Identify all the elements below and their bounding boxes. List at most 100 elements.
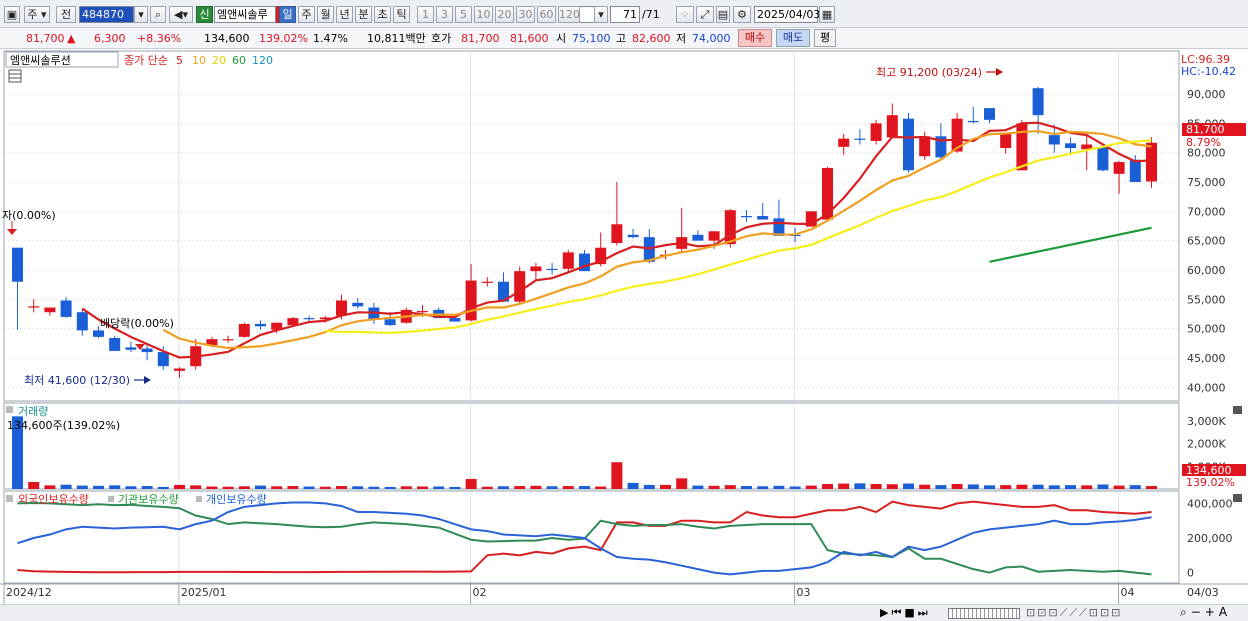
volume-bar	[595, 486, 607, 489]
tool-icons[interactable]: ⊡⊡⊡⟋⟋⟋⊡⊡⊡	[1026, 606, 1122, 620]
zoom-slider[interactable]	[948, 608, 1020, 619]
candle-body	[44, 307, 56, 313]
window-icon[interactable]: ▣	[4, 6, 20, 23]
interval-button-20[interactable]: 20	[495, 6, 514, 23]
search-icon[interactable]: ⌕	[150, 6, 166, 23]
candle-body	[238, 323, 250, 337]
ma-period-60: 60	[232, 54, 246, 67]
table-icon[interactable]	[8, 69, 22, 83]
candle-body	[157, 352, 169, 367]
interval-button-120[interactable]: 120	[558, 6, 580, 23]
code-dropdown-icon[interactable]: ▾	[134, 6, 148, 23]
save-icon[interactable]: ▤	[716, 6, 730, 23]
candle-body	[1097, 146, 1109, 171]
candle-body	[28, 306, 40, 308]
period-tab-0[interactable]: 일	[279, 6, 296, 23]
ma-period-20: 20	[212, 54, 226, 67]
period-tab-4[interactable]: 분	[355, 6, 372, 23]
series-individual: 개인보유수량	[206, 493, 267, 506]
grid-icon[interactable]: ⁘	[676, 6, 694, 23]
interval-button-1[interactable]: 1	[417, 6, 434, 23]
interval-button-30[interactable]: 30	[516, 6, 535, 23]
candle-body	[741, 216, 752, 218]
volume-panel-close-icon[interactable]	[1233, 406, 1242, 414]
extra-dropdown-icon[interactable]: ▾	[594, 6, 608, 23]
volume-bar	[433, 486, 445, 489]
open-label: 시	[556, 32, 567, 45]
sell-button[interactable]: 매도	[776, 29, 810, 47]
volume-bar	[870, 484, 882, 489]
count-input[interactable]: 71	[610, 6, 640, 23]
volume-bar	[660, 484, 671, 489]
stock-chart[interactable]: 90,00085,00080,00075,00070,00065,00060,0…	[0, 49, 1248, 604]
holding-panel-close-icon[interactable]	[1233, 494, 1242, 502]
volume-bar	[44, 485, 56, 489]
series-institution: 기관보유수량	[118, 493, 179, 506]
volume-bar	[967, 484, 979, 489]
last-price-pct: 8.79%	[1186, 136, 1221, 149]
zoom-icons[interactable]: ⌕−+A	[1180, 605, 1231, 620]
eval-button[interactable]: 평	[814, 29, 836, 47]
interval-button-5[interactable]: 5	[455, 6, 472, 23]
x-axis-label: 2024/12	[6, 586, 52, 599]
volume-bar	[206, 486, 218, 489]
volume-bar	[1113, 485, 1125, 489]
candle-body	[125, 347, 137, 350]
x-axis-label: 03	[796, 586, 810, 599]
candle-body	[724, 210, 736, 245]
candle-body	[76, 312, 88, 331]
price-tick-label: 40,000	[1187, 381, 1226, 394]
period-tab-3[interactable]: 년	[336, 6, 353, 23]
interval-button-60[interactable]: 60	[537, 6, 556, 23]
calendar-icon[interactable]: ▦	[819, 6, 835, 23]
buy-button[interactable]: 매수	[738, 29, 772, 47]
volume-bar	[643, 484, 655, 489]
candle-body	[141, 348, 153, 353]
period-tab-5[interactable]: 초	[374, 6, 391, 23]
period-tab-2[interactable]: 월	[317, 6, 334, 23]
holding-panel-handle[interactable]	[6, 495, 13, 502]
interval-button-10[interactable]: 10	[474, 6, 493, 23]
volume-bar	[919, 484, 931, 489]
draw-icon[interactable]: ⤢	[696, 6, 714, 23]
chart-type-select[interactable]: 주 ▾	[24, 6, 50, 23]
period-tab-6[interactable]: 틱	[393, 6, 410, 23]
volume-value-note: 134,600주(139.02%)	[7, 419, 120, 432]
nav-icons[interactable]: ▶⏮■⏭	[880, 606, 931, 620]
shin-badge[interactable]: 신	[196, 6, 213, 23]
sound-icon[interactable]: ◀▾	[169, 6, 193, 23]
code-input[interactable]: 484870	[79, 6, 134, 23]
volume-bar	[449, 486, 461, 489]
volume-panel-handle[interactable]	[6, 406, 13, 413]
volume-bar	[368, 486, 380, 489]
volume-bar	[465, 479, 477, 489]
event-note-1: 자(0.00%)	[2, 209, 56, 222]
candle-body	[93, 330, 104, 337]
candle-body	[352, 302, 364, 307]
candle-body	[384, 319, 396, 326]
x-axis-label: 04	[1120, 586, 1134, 599]
prev-button[interactable]: 전	[56, 6, 76, 23]
period-tab-1[interactable]: 주	[298, 6, 315, 23]
gear-icon[interactable]: ⚙	[733, 6, 751, 23]
candle-body	[222, 339, 234, 341]
volume-bar	[838, 483, 850, 489]
volume-bar	[384, 486, 396, 489]
hc-value: HC:-10.42	[1181, 65, 1236, 78]
volume-bar	[76, 485, 88, 489]
quote-low: 74,000	[692, 32, 731, 45]
volume-bar	[708, 485, 720, 489]
volume-bar	[336, 486, 347, 489]
volume-bar	[1146, 486, 1157, 489]
quote-volume-ratio: 139.02%	[259, 32, 308, 45]
volume-bar	[109, 485, 121, 489]
event-note-2: 배당락(0.00%)	[100, 317, 174, 330]
volume-bar	[157, 486, 169, 489]
ma-period-10: 10	[192, 54, 206, 67]
candle-body	[1048, 135, 1060, 145]
candle-body	[984, 108, 995, 120]
interval-button-3[interactable]: 3	[436, 6, 453, 23]
date-input[interactable]: 2025/04/03	[754, 6, 820, 23]
candle-body	[757, 216, 769, 220]
candle-body	[1129, 159, 1141, 183]
